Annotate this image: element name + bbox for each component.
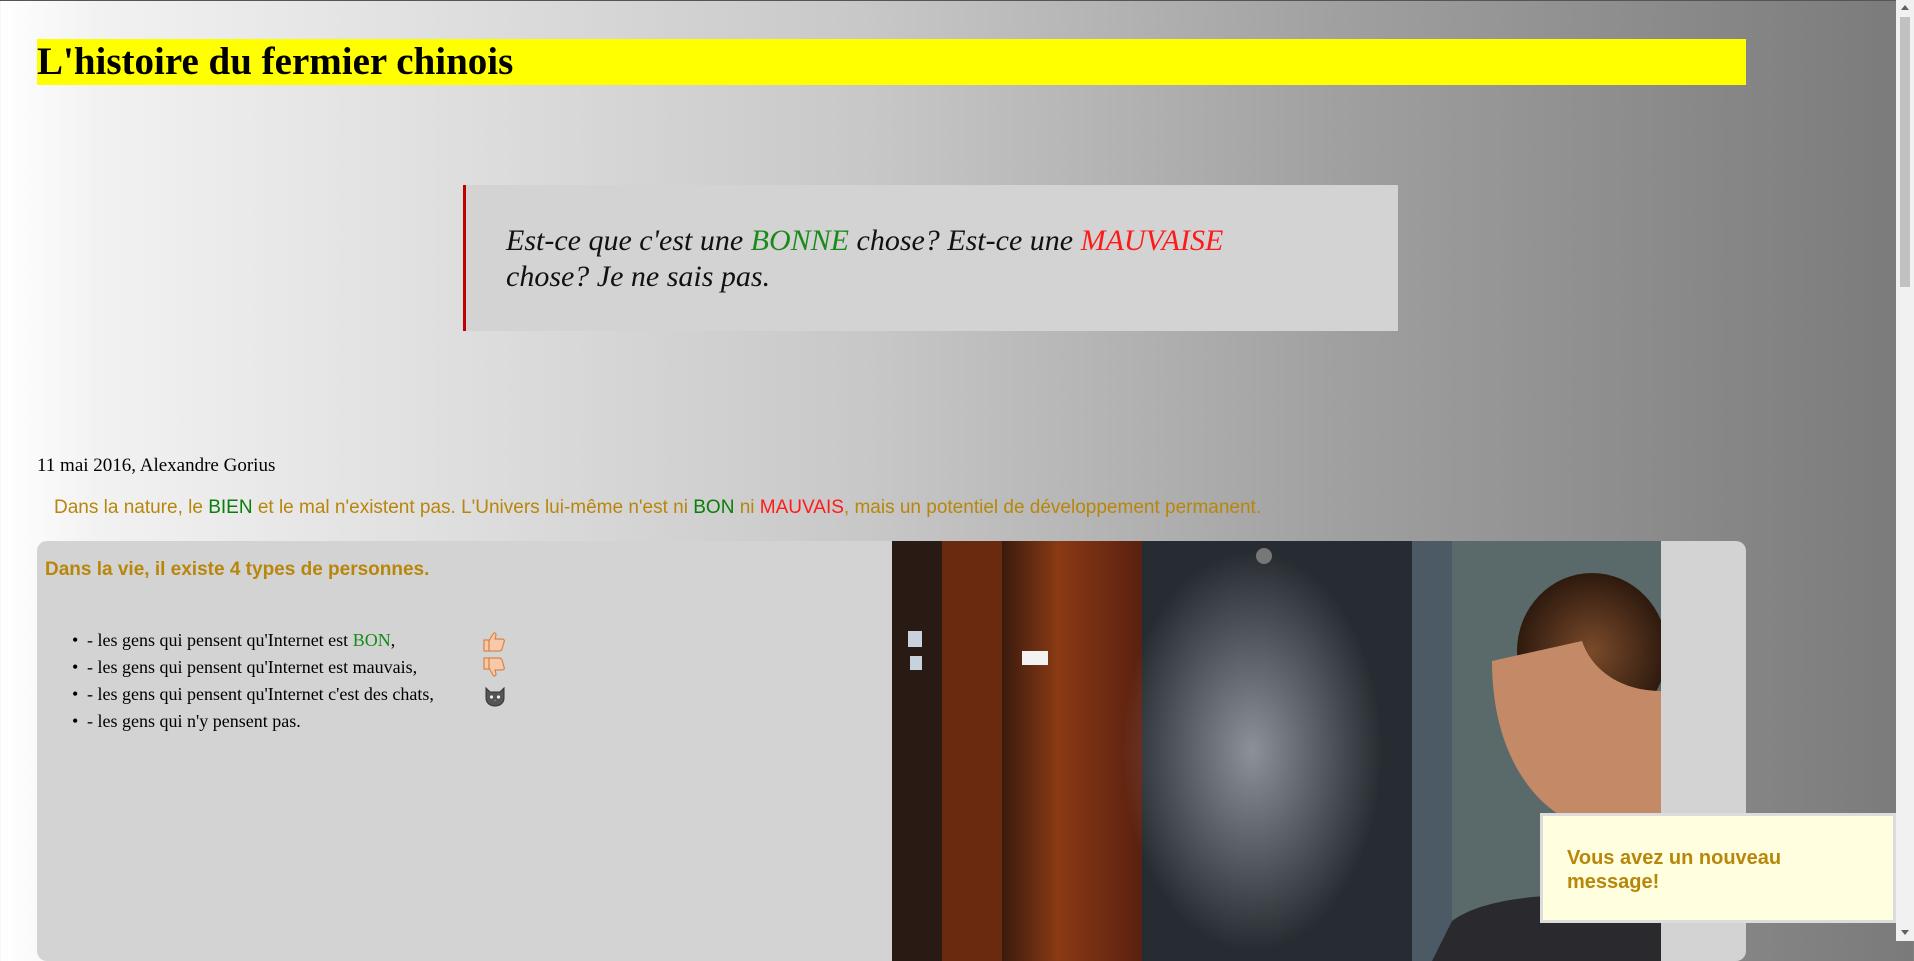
- intro-text-3: ni: [734, 497, 760, 518]
- intro-bon: BON: [693, 497, 735, 518]
- quote-text-1: Est-ce que c'est une: [506, 224, 751, 257]
- people-types-list: - les gens qui pensent qu'Internet est B…: [72, 627, 505, 735]
- scroll-down-arrow-icon[interactable]: [1901, 930, 1909, 935]
- list-item-text: - les gens qui n'y pensent pas.: [87, 711, 301, 731]
- thumbs-up-icon: [483, 632, 505, 652]
- window-top-border: [0, 0, 1896, 1]
- quote-text-2: chose? Est-ce une: [849, 224, 1081, 257]
- intro-text-4: , mais un potentiel de développement per…: [843, 497, 1262, 518]
- vertical-scrollbar[interactable]: [1896, 0, 1914, 941]
- section-title: Dans la vie, il existe 4 types de person…: [45, 559, 430, 580]
- list-item-text: - les gens qui pensent qu'Internet est: [87, 630, 353, 650]
- cat-icon: [485, 686, 505, 707]
- article-byline: 11 mai 2016, Alexandre Gorius: [37, 455, 276, 476]
- quote-bad: MAUVAISE: [1080, 224, 1224, 257]
- quote-text-3: chose? Je ne sais pas.: [506, 260, 771, 293]
- scrollbar-thumb[interactable]: [1900, 17, 1910, 287]
- list-item: - les gens qui pensent qu'Internet c'est…: [72, 681, 505, 708]
- list-item: - les gens qui pensent qu'Internet est m…: [72, 654, 505, 681]
- intro-bien: BIEN: [208, 497, 253, 518]
- list-item: - les gens qui pensent qu'Internet est B…: [72, 627, 505, 654]
- page-title: L'histoire du fermier chinois: [37, 39, 1746, 85]
- quote-good: BONNE: [750, 224, 849, 257]
- intro-text-2: et le mal n'existent pas. L'Univers lui-…: [252, 497, 694, 518]
- intro-mauvais: MAUVAIS: [759, 497, 844, 518]
- list-item-suffix: ,: [390, 630, 396, 650]
- list-item: - les gens qui n'y pensent pas.: [72, 708, 434, 735]
- scroll-up-arrow-icon[interactable]: [1901, 5, 1909, 10]
- list-item-text: - les gens qui pensent qu'Internet est m…: [87, 657, 418, 677]
- content-card: Dans la vie, il existe 4 types de person…: [37, 541, 1746, 961]
- new-message-notification[interactable]: Vous avez un nouveau message!: [1540, 813, 1896, 923]
- quote-block: Est-ce que c'est une BONNE chose? Est-ce…: [463, 185, 1398, 331]
- thumbs-down-icon: [483, 657, 505, 677]
- list-item-text: - les gens qui pensent qu'Internet c'est…: [87, 684, 434, 704]
- list-item-highlight: BON: [352, 630, 391, 650]
- intro-text-1: Dans la nature, le: [54, 497, 209, 518]
- intro-paragraph: Dans la nature, le BIEN et le mal n'exis…: [54, 497, 1261, 519]
